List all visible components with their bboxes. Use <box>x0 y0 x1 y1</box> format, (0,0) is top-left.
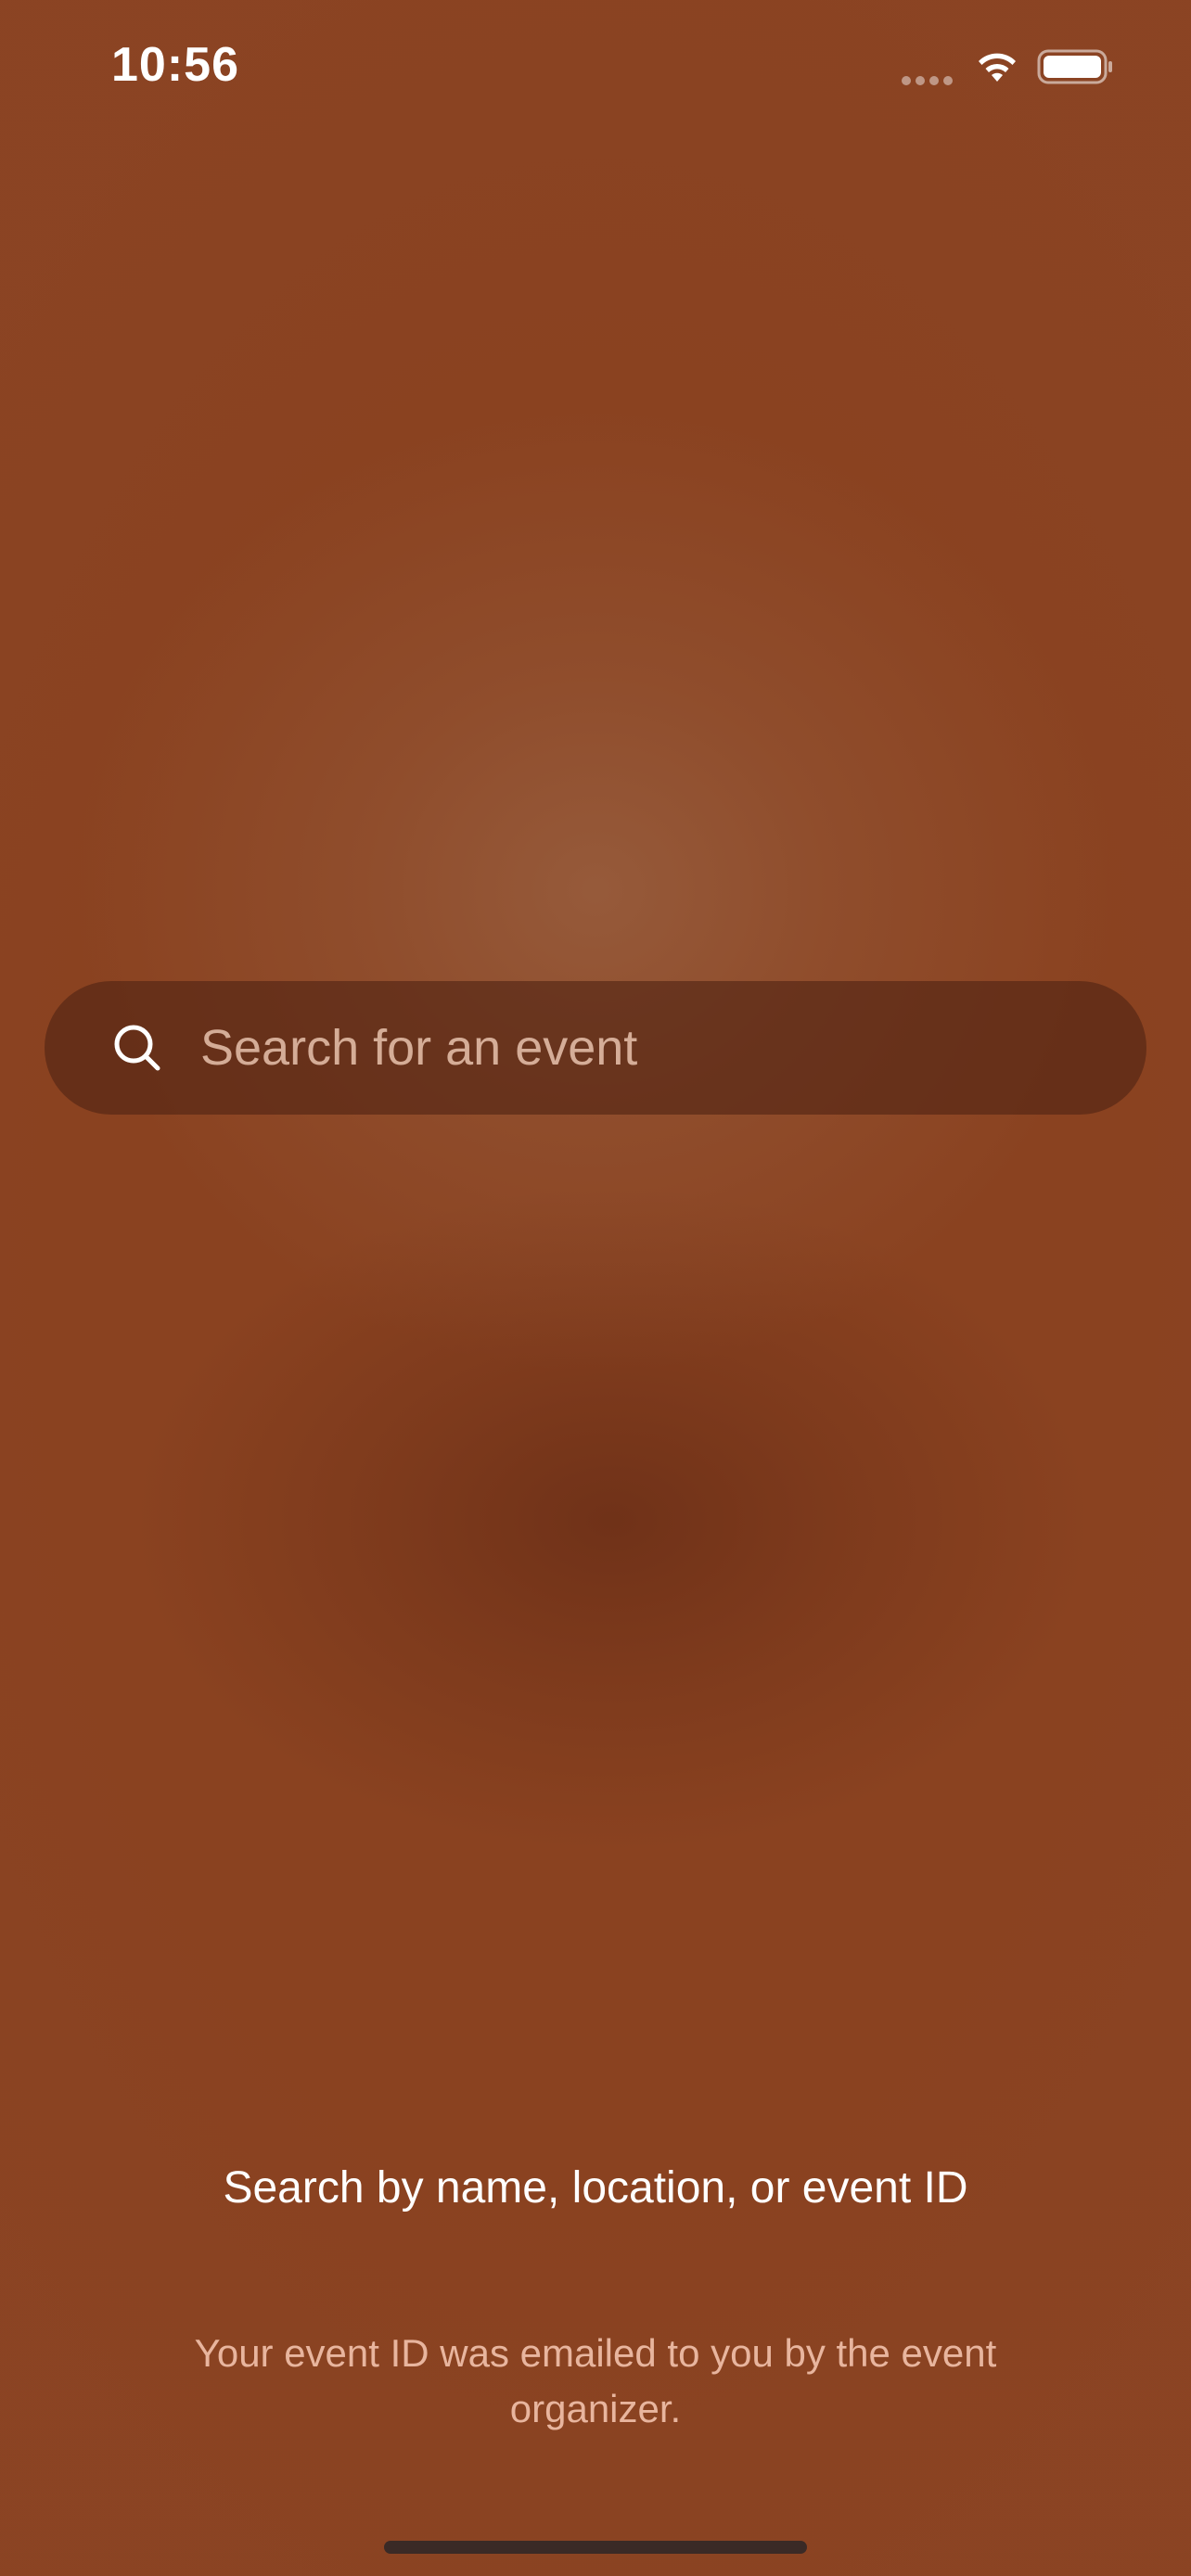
wifi-icon <box>979 53 1016 82</box>
search-bar[interactable] <box>45 981 1146 1115</box>
status-time: 10:56 <box>111 38 239 92</box>
signal-dots-icon <box>902 73 957 85</box>
home-indicator[interactable] <box>384 2541 807 2554</box>
status-bar: 10:56 <box>0 0 1191 139</box>
search-icon <box>114 1025 160 1071</box>
search-input[interactable] <box>200 981 1109 1115</box>
hint-subtitle: Your event ID was emailed to you by the … <box>194 2331 997 2430</box>
hint-title: Search by name, location, or event ID <box>223 2163 968 2213</box>
battery-icon <box>1037 49 1112 84</box>
